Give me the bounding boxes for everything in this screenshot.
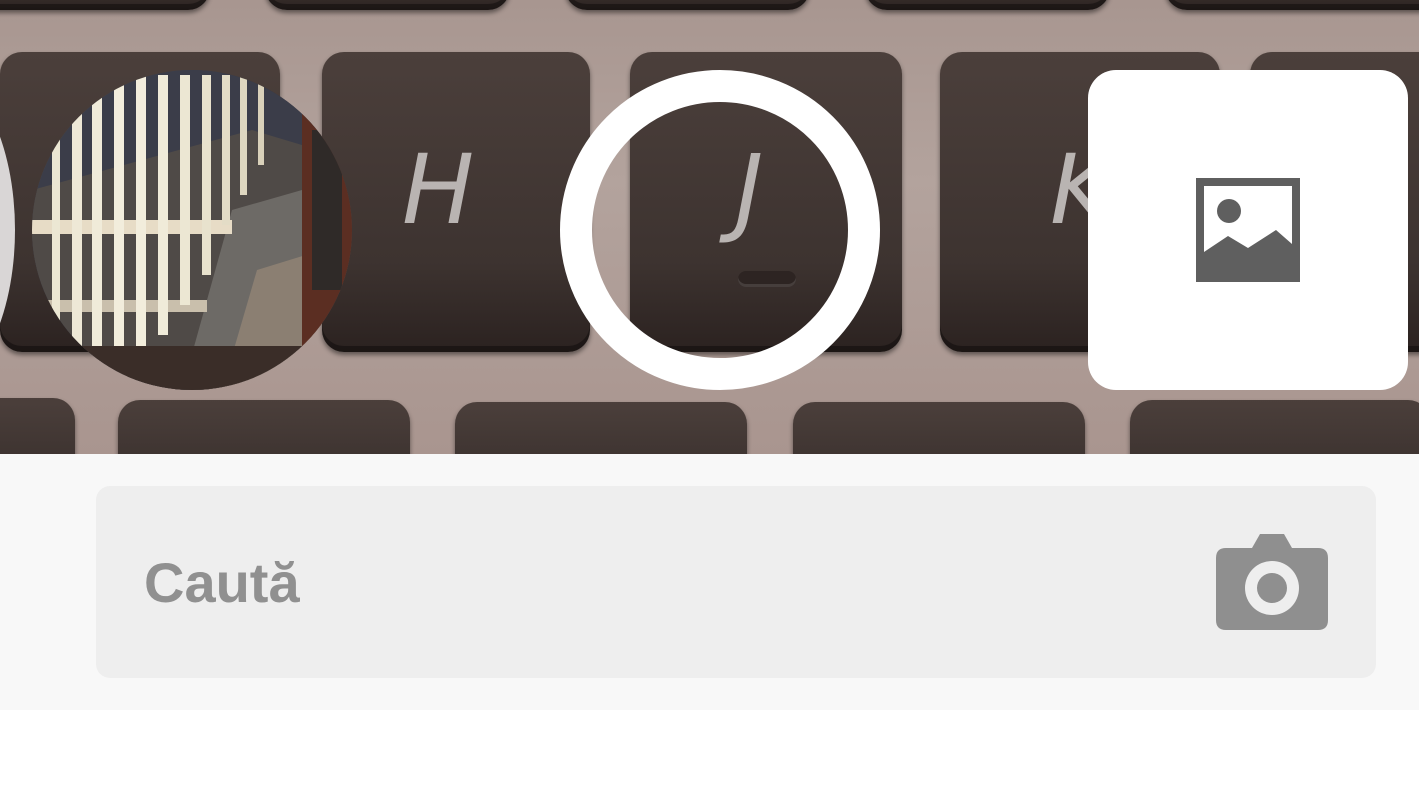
search-panel bbox=[0, 454, 1419, 710]
gallery-thumbnail[interactable] bbox=[32, 70, 352, 390]
keyboard-key bbox=[793, 402, 1085, 454]
keyboard-key bbox=[565, 0, 810, 10]
staircase-photo-icon bbox=[32, 70, 352, 390]
camera-search-screen: H J K bbox=[0, 0, 1419, 806]
keyboard-key bbox=[265, 0, 510, 10]
keyboard-key bbox=[865, 0, 1110, 10]
image-icon bbox=[1196, 178, 1300, 282]
keyboard-key bbox=[0, 398, 75, 454]
keyboard-key bbox=[1165, 0, 1419, 10]
bottom-area bbox=[0, 710, 1419, 806]
key-letter-h: H bbox=[402, 134, 475, 246]
keyboard-key bbox=[455, 402, 747, 454]
image-picker-button[interactable] bbox=[1088, 70, 1408, 390]
keyboard-key bbox=[0, 0, 210, 10]
search-box[interactable] bbox=[96, 486, 1376, 678]
camera-icon bbox=[1216, 534, 1328, 630]
keyboard-key bbox=[118, 400, 410, 454]
camera-viewfinder: H J K bbox=[0, 0, 1419, 454]
keyboard-key bbox=[1130, 400, 1419, 454]
search-input[interactable] bbox=[144, 486, 1184, 678]
camera-button[interactable] bbox=[1216, 534, 1328, 630]
shutter-button[interactable] bbox=[560, 70, 880, 390]
